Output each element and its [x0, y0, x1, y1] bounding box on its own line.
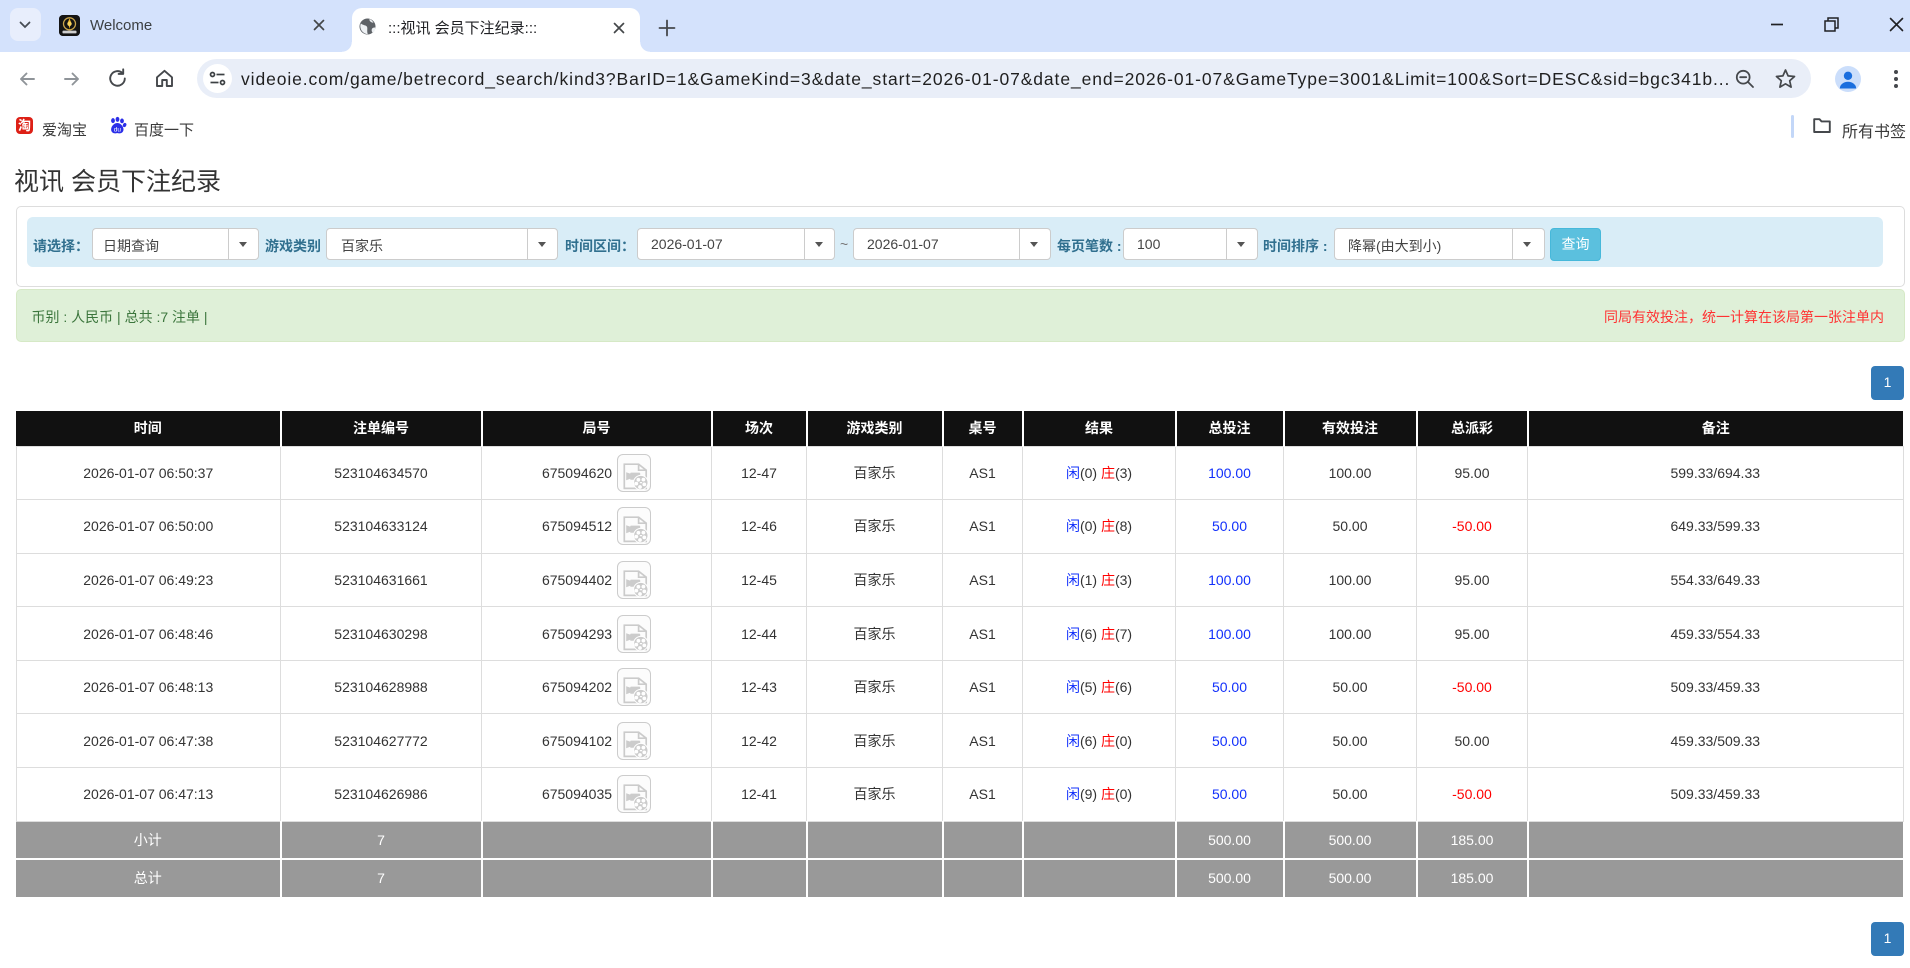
- svg-text:du: du: [114, 126, 122, 133]
